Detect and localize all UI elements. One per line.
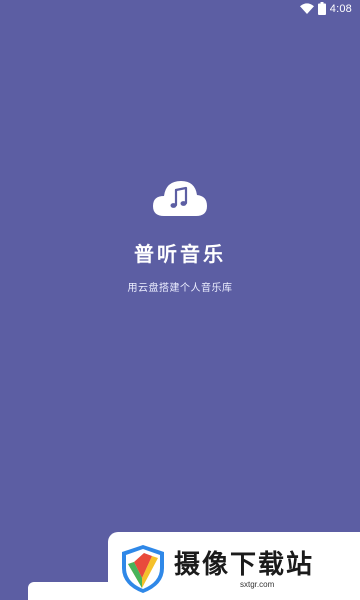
- status-icons: 4:08: [299, 2, 352, 15]
- bottom-card: [28, 582, 118, 600]
- status-time: 4:08: [329, 2, 352, 15]
- battery-icon: [317, 2, 326, 15]
- watermark-title: 摄像下载站: [174, 550, 315, 580]
- wifi-icon: [299, 3, 314, 14]
- splash-content: 普听音乐 用云盘搭建个人音乐库: [0, 178, 360, 294]
- app-tagline: 用云盘搭建个人音乐库: [127, 283, 233, 294]
- watermark-url: sxtgr.com: [240, 580, 275, 589]
- status-bar: 4:08: [0, 0, 360, 20]
- watermark-banner: 摄像下载站 sxtgr.com: [108, 532, 360, 600]
- cloud-music-icon: [152, 178, 208, 218]
- shield-logo-icon: [120, 544, 166, 598]
- app-name: 普听音乐: [134, 242, 226, 266]
